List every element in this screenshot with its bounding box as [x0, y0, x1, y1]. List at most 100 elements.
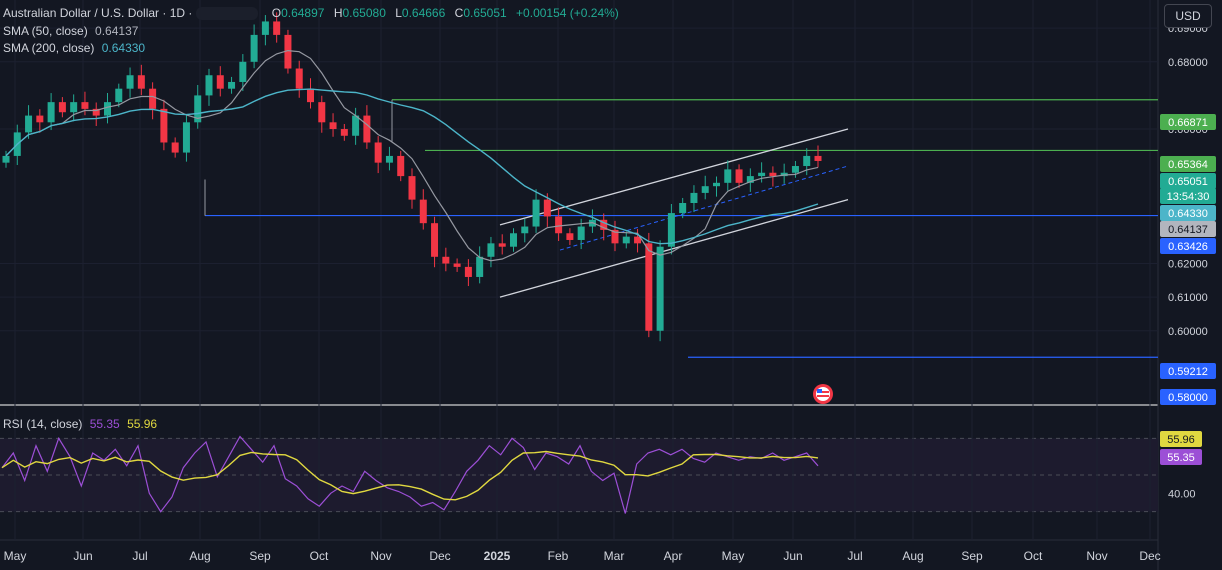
- high-value: 0.65080: [342, 6, 386, 20]
- candle-body: [397, 155, 405, 177]
- sma50-legend[interactable]: SMA (50, close) 0.64137: [3, 24, 138, 38]
- candle-body: [566, 233, 574, 240]
- x-tick-label: Jul: [132, 549, 147, 563]
- sma50-value: 0.64137: [95, 24, 139, 38]
- candle-body: [690, 192, 698, 203]
- x-tick-label: Nov: [370, 549, 391, 563]
- candle-body: [645, 243, 653, 331]
- candle-body: [160, 108, 168, 143]
- rsi-label: 55.96: [1167, 434, 1195, 446]
- candle-body: [487, 243, 495, 257]
- open-value: 0.64897: [281, 6, 325, 20]
- candle-body: [239, 61, 247, 82]
- candle-body: [70, 102, 78, 113]
- candle-body: [713, 182, 720, 187]
- x-tick-label: Sep: [249, 549, 271, 563]
- candle-body: [521, 226, 529, 234]
- price-label: 0.65364: [1168, 159, 1208, 171]
- candle-body: [104, 102, 111, 116]
- candle-body: [25, 115, 33, 133]
- price-label: 0.63426: [1168, 241, 1208, 253]
- candle-body: [408, 176, 416, 200]
- candle-body: [58, 102, 66, 113]
- currency-button[interactable]: USD: [1164, 4, 1212, 28]
- close-value: 0.65051: [463, 6, 507, 20]
- candle-body: [36, 115, 44, 123]
- candle-body: [431, 223, 439, 257]
- rsi-value: 55.35: [89, 417, 120, 431]
- candle-body: [622, 236, 630, 244]
- x-tick-label: Dec: [429, 549, 450, 563]
- candle-body: [261, 21, 269, 35]
- chart-legend-main: Australian Dollar / U.S. Dollar · 1D · O…: [3, 6, 619, 21]
- candle-body: [385, 155, 393, 163]
- x-tick-label: Aug: [902, 549, 923, 563]
- candle-body: [363, 115, 371, 143]
- redacted-area: [196, 7, 259, 21]
- x-tick-label: Nov: [1086, 549, 1107, 563]
- candle-body: [769, 172, 777, 177]
- candle-body: [250, 34, 258, 62]
- symbol-title: Australian Dollar / U.S. Dollar · 1D ·: [3, 6, 193, 20]
- candle-body: [803, 155, 811, 167]
- candle-body: [758, 172, 766, 177]
- candle-body: [543, 199, 551, 217]
- rsi-tick-label: 40.00: [1168, 488, 1196, 500]
- candle-body: [374, 142, 382, 163]
- x-tick-label: Jul: [847, 549, 862, 563]
- candle-body: [724, 169, 732, 183]
- candle-body: [555, 216, 563, 234]
- candle-body: [47, 102, 55, 123]
- price-label: 0.64137: [1168, 224, 1208, 236]
- x-tick-label: Mar: [604, 549, 625, 563]
- x-tick-label: Oct: [310, 549, 329, 563]
- price-label: 0.65051: [1168, 176, 1208, 188]
- candle-body: [464, 266, 472, 277]
- y-tick-label: 0.60000: [1168, 326, 1208, 338]
- candle-body: [419, 199, 427, 224]
- price-chart[interactable]: 0.690000.680000.660000.620000.610000.600…: [0, 0, 1222, 570]
- rsi-ma-value: 55.96: [127, 417, 158, 431]
- sma200-legend[interactable]: SMA (200, close) 0.64330: [3, 41, 145, 55]
- candle-body: [295, 68, 303, 89]
- sma200-value: 0.64330: [101, 41, 146, 55]
- candle-body: [126, 75, 134, 89]
- candle-body: [735, 169, 743, 183]
- price-label: 0.59212: [1168, 366, 1208, 378]
- candle-body: [273, 21, 281, 35]
- candle-body: [352, 115, 360, 136]
- us-flag-event-icon[interactable]: [813, 384, 833, 404]
- candle-body: [171, 142, 179, 153]
- rsi-label: 55.35: [1167, 452, 1195, 464]
- x-tick-label: Aug: [189, 549, 210, 563]
- candle-body: [442, 256, 450, 264]
- candle-body: [791, 166, 799, 173]
- price-label: 0.64330: [1168, 208, 1208, 220]
- x-tick-label: Sep: [961, 549, 983, 563]
- price-label: 0.66871: [1168, 117, 1208, 129]
- candle-body: [814, 155, 822, 161]
- x-tick-label: Dec: [1139, 549, 1160, 563]
- x-tick-label: Feb: [548, 549, 569, 563]
- change-value: +0.00154 (+0.24%): [516, 6, 619, 20]
- candle-body: [453, 263, 461, 267]
- price-label: 0.58000: [1168, 392, 1208, 404]
- candle-body: [340, 129, 348, 136]
- low-value: 0.64666: [401, 6, 446, 20]
- x-tick-label: May: [722, 549, 745, 563]
- candle-body: [679, 203, 687, 214]
- candle-body: [498, 243, 506, 247]
- candle-body: [137, 75, 145, 89]
- candle-body: [216, 75, 224, 89]
- candle-body: [149, 88, 157, 109]
- y-tick-label: 0.68000: [1168, 57, 1208, 69]
- candle-body: [532, 199, 540, 227]
- candle-body: [81, 102, 89, 109]
- x-tick-label: Oct: [1024, 549, 1043, 563]
- candle-body: [667, 213, 675, 247]
- rsi-legend[interactable]: RSI (14, close) 55.35 55.96: [3, 417, 157, 431]
- candle-body: [182, 122, 190, 153]
- candle-body: [656, 246, 664, 331]
- candle-body: [115, 88, 123, 103]
- candle-body: [318, 102, 326, 123]
